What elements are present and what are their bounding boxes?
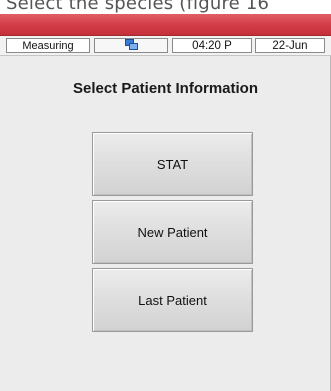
stat-button[interactable]: STAT bbox=[92, 132, 253, 196]
network-status-icon bbox=[124, 39, 138, 52]
new-patient-button[interactable]: New Patient bbox=[92, 200, 253, 264]
caption-text: Select the species (figure 16 bbox=[6, 0, 270, 14]
mode-indicator: Measuring bbox=[6, 38, 90, 53]
last-patient-button[interactable]: Last Patient bbox=[92, 268, 253, 332]
device-screen: Measuring 04:20 P 22-Jun Select Patient … bbox=[0, 14, 331, 391]
title-bar bbox=[0, 14, 331, 36]
time-display: 04:20 P bbox=[172, 38, 252, 53]
status-icon-cell bbox=[94, 38, 168, 53]
status-bar: Measuring 04:20 P 22-Jun bbox=[0, 36, 331, 56]
page-title: Select Patient Information bbox=[72, 80, 259, 97]
date-display: 22-Jun bbox=[255, 38, 325, 53]
figure-caption: Select the species (figure 16 bbox=[0, 0, 331, 14]
